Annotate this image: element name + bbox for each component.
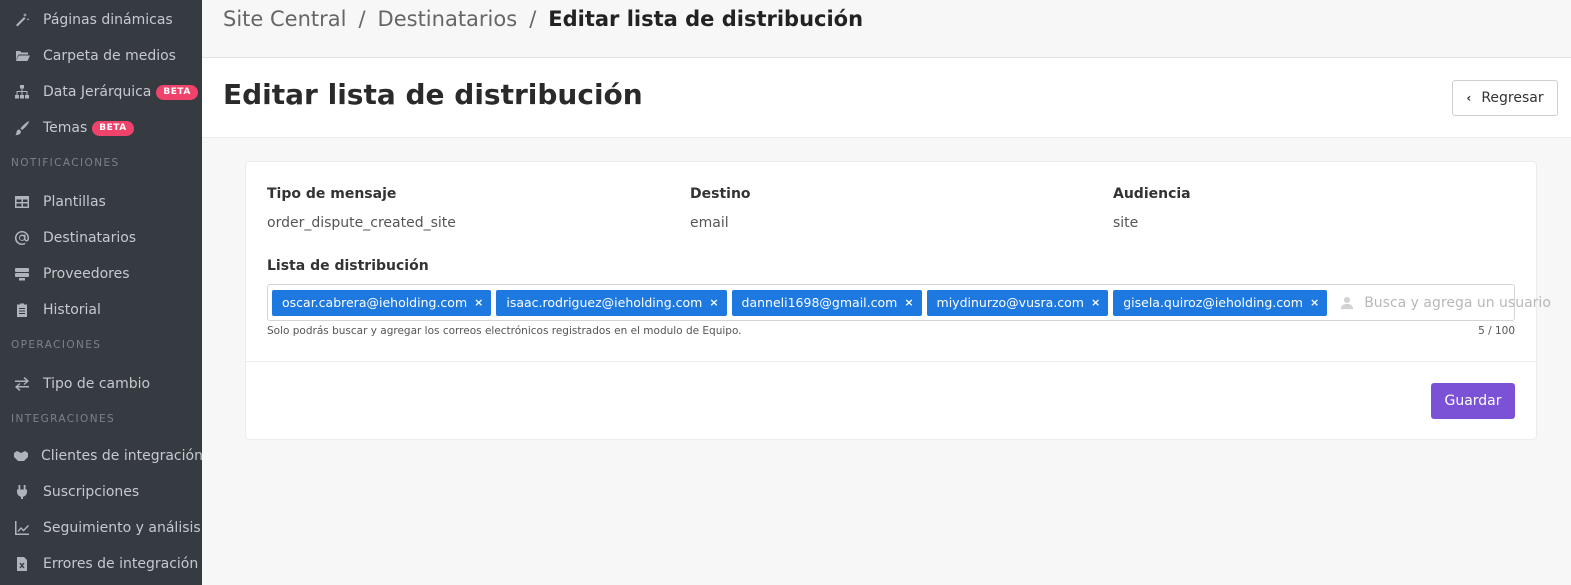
folder-open-icon (13, 47, 31, 65)
beta-badge: BETA (92, 120, 134, 136)
user-search (1340, 294, 1571, 311)
sidebar: Páginas dinámicas Carpeta de medios Data… (0, 0, 202, 585)
sidebar-item-carpeta-de-medios[interactable]: Carpeta de medios (0, 38, 202, 74)
sidebar-item-label: Plantillas (43, 194, 106, 210)
remove-tag-icon[interactable]: × (709, 296, 718, 309)
sidebar-item-label: Clientes de integración (41, 448, 202, 464)
line-chart-icon (13, 519, 31, 537)
user-search-input[interactable] (1364, 294, 1571, 311)
email-tag-label: isaac.rodriguez@ieholding.com (506, 295, 703, 310)
section-integraciones: INTEGRACIONES (11, 413, 116, 425)
distribution-tag-input[interactable]: oscar.cabrera@ieholding.com × isaac.rodr… (267, 284, 1571, 321)
sidebar-item-clientes-de-integracion[interactable]: Clientes de integración (0, 438, 202, 474)
beta-badge: BETA (156, 84, 198, 100)
sidebar-item-label: Destinatarios (43, 230, 137, 246)
tipo-mensaje-label: Tipo de mensaje (267, 186, 397, 202)
paintbrush-icon (13, 119, 31, 137)
email-tag-label: danneli1698@gmail.com (741, 295, 898, 310)
breadcrumb-destinatarios[interactable]: Destinatarios (378, 7, 518, 31)
sidebar-item-label: Seguimiento y análisis (43, 520, 201, 536)
table-icon (13, 193, 31, 211)
email-tag-label: miydinurzo@vusra.com (936, 295, 1084, 310)
magic-wand-icon (13, 11, 31, 29)
sidebar-item-suscripciones[interactable]: Suscripciones (0, 474, 202, 510)
sidebar-item-label: Tipo de cambio (43, 376, 151, 392)
clipboard-icon (13, 301, 31, 319)
email-tag: danneli1698@gmail.com × (731, 289, 922, 316)
sidebar-item-temas[interactable]: Temas BETA (0, 110, 202, 146)
section-notificaciones: NOTIFICACIONES (11, 157, 120, 169)
user-icon (1341, 296, 1354, 309)
remove-tag-icon[interactable]: × (474, 296, 483, 309)
file-error-icon (13, 555, 31, 573)
plug-icon (13, 483, 31, 501)
destino-value: email (690, 215, 729, 231)
remove-tag-icon[interactable]: × (1310, 296, 1319, 309)
divider (246, 361, 1536, 362)
email-tag-label: gisela.quiroz@ieholding.com (1123, 295, 1303, 310)
tipo-mensaje-value: order_dispute_created_site (267, 215, 456, 231)
sidebar-item-data-jerarquica[interactable]: Data Jerárquica BETA (0, 74, 202, 110)
email-tag: gisela.quiroz@ieholding.com × (1113, 289, 1328, 316)
handshake-icon (13, 447, 29, 465)
email-tag: isaac.rodriguez@ieholding.com × (496, 289, 727, 316)
sidebar-item-label: Proveedores (43, 266, 130, 282)
page-title: Editar lista de distribución (223, 78, 643, 111)
email-tag-label: oscar.cabrera@ieholding.com (282, 295, 468, 310)
email-tag: miydinurzo@vusra.com × (926, 289, 1109, 316)
breadcrumb: Site Central / Destinatarios / Editar li… (202, 0, 1571, 58)
sidebar-item-paginas-dinamicas[interactable]: Páginas dinámicas (0, 2, 202, 38)
sidebar-item-historial[interactable]: Historial (0, 292, 202, 328)
audiencia-value: site (1113, 215, 1139, 231)
lista-distribucion-label: Lista de distribución (267, 258, 429, 274)
remove-tag-icon[interactable]: × (904, 296, 913, 309)
helper-text: Solo podrás buscar y agregar los correos… (267, 325, 742, 337)
sidebar-item-label: Páginas dinámicas (43, 12, 173, 28)
sidebar-item-label: Suscripciones (43, 484, 140, 500)
chevron-left-icon: ‹ (1466, 91, 1472, 105)
back-button-label: Regresar (1481, 90, 1544, 106)
save-button[interactable]: Guardar (1431, 383, 1515, 419)
sidebar-item-label: Errores de integración (43, 556, 199, 572)
sidebar-item-plantillas[interactable]: Plantillas (0, 184, 202, 220)
server-icon (13, 265, 31, 283)
sidebar-item-label: Historial (43, 302, 101, 318)
section-operaciones: OPERACIONES (11, 339, 102, 351)
page-header: Editar lista de distribución ‹ Regresar (202, 58, 1571, 138)
audiencia-label: Audiencia (1113, 186, 1191, 202)
back-button[interactable]: ‹ Regresar (1452, 80, 1558, 116)
exchange-icon (13, 375, 31, 393)
sidebar-item-label: Data Jerárquica (43, 84, 152, 100)
sidebar-item-label: Temas (43, 120, 88, 136)
breadcrumb-separator: / (529, 6, 537, 31)
sidebar-item-proveedores[interactable]: Proveedores (0, 256, 202, 292)
sitemap-icon (13, 83, 31, 101)
email-tag: oscar.cabrera@ieholding.com × (272, 289, 492, 316)
breadcrumb-site-central[interactable]: Site Central (223, 7, 346, 31)
tag-counter: 5 / 100 (1478, 325, 1515, 337)
destino-label: Destino (690, 186, 751, 202)
sidebar-item-destinatarios[interactable]: Destinatarios (0, 220, 202, 256)
remove-tag-icon[interactable]: × (1091, 296, 1100, 309)
breadcrumb-current: Editar lista de distribución (548, 6, 864, 31)
sidebar-item-label: Carpeta de medios (43, 48, 176, 64)
at-sign-icon (13, 229, 31, 247)
sidebar-item-errores-de-integracion[interactable]: Errores de integración (0, 546, 202, 582)
breadcrumb-separator: / (358, 6, 366, 31)
sidebar-item-seguimiento-y-analisis[interactable]: Seguimiento y análisis (0, 510, 202, 546)
distribution-card: Tipo de mensaje order_dispute_created_si… (245, 161, 1571, 440)
sidebar-item-tipo-de-cambio[interactable]: Tipo de cambio (0, 366, 202, 402)
